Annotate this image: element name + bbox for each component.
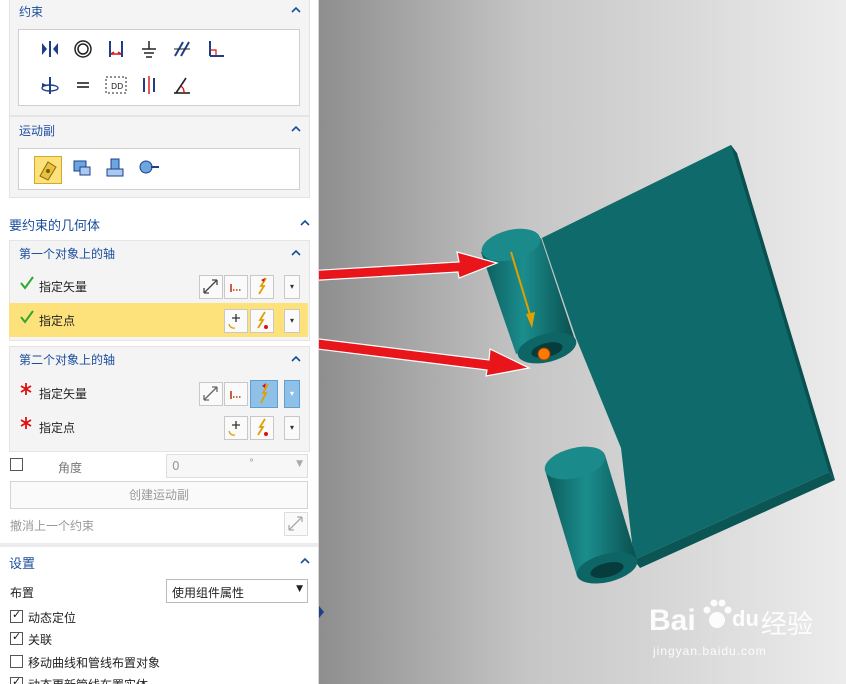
fix-icon[interactable]: [138, 38, 160, 60]
second-specify-vector-row[interactable]: 指定矢量 ▾: [9, 376, 308, 410]
collapse-chevron-icon[interactable]: [291, 6, 301, 13]
equal-icon[interactable]: [72, 74, 94, 96]
required-asterisk-icon: [19, 382, 35, 400]
create-joint-label: 创建运动副: [128, 488, 189, 502]
triad-marker-icon: [319, 606, 324, 618]
specify-point-label: 指定点: [39, 314, 76, 328]
point-dropdown-arrow[interactable]: ▾: [284, 416, 300, 440]
collapse-chevron-icon[interactable]: [291, 355, 301, 362]
constraints-panel: 约束 DD 运动副 要约束的几何体 第一个对象上的轴 指定矢量 ▾ 指定点 ▾ …: [0, 0, 319, 684]
dynamic-update-checkbox[interactable]: [10, 675, 23, 684]
center-icon[interactable]: [138, 74, 160, 96]
ball-joint-icon[interactable]: [137, 157, 159, 179]
paw-icon: [702, 598, 732, 635]
angle-value: 0: [172, 459, 180, 473]
vector-dialog-icon[interactable]: [199, 275, 223, 299]
point-marker-icon: [537, 347, 551, 361]
angle-input[interactable]: 0 ° ▼: [166, 454, 308, 478]
baidu-watermark: Bai du 经验 jingyan.baidu.com: [649, 594, 839, 664]
watermark-brand-2: du: [732, 606, 759, 631]
graphics-viewport[interactable]: Bai du 经验 jingyan.baidu.com: [319, 0, 846, 684]
parallel-icon[interactable]: [171, 38, 193, 60]
settings-title: 设置: [9, 557, 36, 572]
touch-align-icon[interactable]: [39, 38, 61, 60]
move-curves-label: 移动曲线和管线布置对象: [28, 656, 161, 670]
undo-constraint-label: 撤消上一个约束: [10, 519, 95, 533]
constraints-title: 约束: [19, 5, 44, 19]
hinge-joint-icon[interactable]: [34, 156, 62, 184]
point-dialog-icon[interactable]: [224, 416, 248, 440]
watermark-url: jingyan.baidu.com: [653, 644, 767, 658]
first-specify-vector-row[interactable]: 指定矢量 ▾: [9, 269, 308, 303]
distance-icon[interactable]: [105, 38, 127, 60]
layout-value: 使用组件属性: [172, 586, 245, 600]
undo-constraint-icon[interactable]: [284, 512, 308, 536]
collapse-chevron-icon[interactable]: [300, 219, 310, 226]
inferred-point-icon[interactable]: [250, 416, 274, 440]
specify-vector-label: 指定矢量: [39, 280, 88, 294]
cylinder-joint-icon[interactable]: [104, 157, 126, 179]
angle-unit: °: [249, 458, 254, 469]
geometry-section-title: 要约束的几何体: [9, 219, 101, 234]
fit-icon[interactable]: DD: [105, 74, 127, 96]
watermark-brand: Bai: [649, 604, 696, 637]
collapse-chevron-icon[interactable]: [291, 125, 301, 132]
collapse-chevron-icon[interactable]: [291, 249, 301, 256]
motion-pair-title: 运动副: [19, 124, 56, 138]
constraint-type-toolbar: DD: [18, 29, 300, 106]
first-axis-title: 第一个对象上的轴: [19, 247, 116, 261]
layout-label: 布置: [10, 586, 35, 600]
slider-joint-icon[interactable]: [71, 157, 93, 179]
joint-type-toolbar: [18, 148, 300, 190]
associative-checkbox[interactable]: [10, 630, 23, 645]
inferred-point-icon[interactable]: [250, 309, 274, 333]
point-dialog-icon[interactable]: [224, 309, 248, 333]
align-axis-icon[interactable]: [39, 74, 61, 96]
layout-dropdown-arrow[interactable]: ▼: [296, 584, 303, 594]
check-icon: [19, 275, 35, 293]
second-axis-title: 第二个对象上的轴: [19, 353, 116, 367]
move-curves-checkbox[interactable]: [10, 655, 23, 668]
angle-icon[interactable]: [171, 74, 193, 96]
perpendicular-icon[interactable]: [205, 38, 227, 60]
angle-label: 角度: [58, 461, 83, 475]
layout-select[interactable]: 使用组件属性 ▼: [166, 579, 308, 603]
vector-dropdown-arrow[interactable]: ▾: [284, 275, 300, 299]
vector-dialog-icon[interactable]: [199, 382, 223, 406]
inferred-vector-icon[interactable]: [250, 380, 278, 408]
watermark-service: 经验: [761, 610, 814, 640]
dynamic-update-label: 动态更新管线布置实体: [28, 676, 148, 684]
svg-text:DD: DD: [111, 82, 123, 91]
annotation-arrow-icon: [319, 251, 499, 281]
vector-dropdown-arrow[interactable]: ▾: [284, 380, 300, 408]
second-specify-point-row[interactable]: 指定点 ▾: [9, 410, 308, 444]
first-specify-point-row[interactable]: 指定点 ▾: [9, 303, 308, 337]
angle-checkbox[interactable]: [10, 458, 23, 471]
specify-point-label: 指定点: [39, 421, 76, 435]
reverse-direction-icon[interactable]: [224, 275, 248, 299]
annotation-arrow-icon: [319, 338, 531, 377]
point-dropdown-arrow[interactable]: ▾: [284, 309, 300, 333]
required-asterisk-icon: [19, 416, 35, 434]
dynamic-positioning-checkbox[interactable]: [10, 608, 23, 623]
section-divider: [0, 543, 318, 547]
motion-pair-group: 运动副: [9, 116, 310, 198]
collapse-chevron-icon[interactable]: [300, 557, 310, 564]
reverse-direction-icon[interactable]: [224, 382, 248, 406]
constraints-group: 约束 DD: [9, 0, 310, 116]
angle-dropdown-arrow[interactable]: ▼: [296, 459, 303, 469]
inferred-vector-icon[interactable]: [250, 275, 274, 299]
associative-label: 关联: [28, 633, 53, 647]
check-icon: [19, 309, 35, 327]
specify-vector-label: 指定矢量: [39, 387, 88, 401]
hinge-model: [319, 145, 835, 618]
dynamic-positioning-label: 动态定位: [28, 611, 77, 625]
create-joint-button[interactable]: 创建运动副: [10, 481, 308, 509]
concentric-icon[interactable]: [72, 38, 94, 60]
